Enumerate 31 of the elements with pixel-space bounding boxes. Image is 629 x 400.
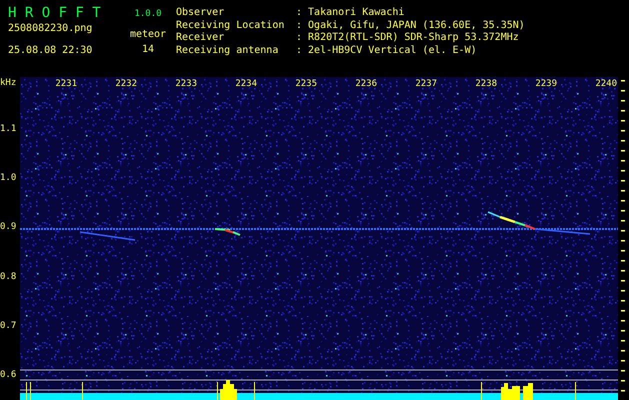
filename: 2508082230.png xyxy=(8,23,94,36)
info-label: Receiving Location xyxy=(176,20,286,32)
x-axis-label: 2231 xyxy=(55,78,77,90)
app-name: H R O F F T xyxy=(8,5,102,21)
info-value: : Ogaki, Gifu, JAPAN (136.60E, 35.35N) xyxy=(296,20,525,32)
x-axis-label: 2233 xyxy=(175,78,197,90)
version-label: 1.0.0 xyxy=(134,8,162,20)
info-value: : Takanori Kawachi xyxy=(296,7,404,20)
x-axis-label: 2236 xyxy=(355,78,377,90)
info-value: : R820T2(RTL-SDR) SDR-Sharp 53.372MHz xyxy=(296,32,519,44)
meteor-label: meteor xyxy=(130,28,166,41)
y-axis-label: 1.1 xyxy=(0,122,16,136)
info-label: Observer xyxy=(176,7,226,20)
info-label: Receiving antenna xyxy=(176,44,280,57)
datetime: 25.08.08 22:30 xyxy=(8,44,94,57)
x-axis-label: 2237 xyxy=(415,78,437,90)
y-axis-label: 0.8 xyxy=(0,270,16,284)
meteor-count: 14 xyxy=(142,44,154,56)
info-value: : 2el-HB9CV Vertical (el. E-W) xyxy=(296,44,477,57)
x-axis-label: 2234 xyxy=(235,78,257,90)
x-axis-label: 2240 xyxy=(595,78,617,90)
y-axis-label: 0.6 xyxy=(0,369,16,382)
y-axis-label: 0.9 xyxy=(0,221,16,234)
y-axis-label: 0.7 xyxy=(0,320,16,332)
x-axis-label: 2235 xyxy=(295,78,317,90)
x-axis-label: 2238 xyxy=(475,78,497,90)
axis-unit: kHz xyxy=(0,77,18,90)
info-label: Receiver xyxy=(176,32,226,44)
x-axis-label: 2232 xyxy=(115,78,137,90)
y-axis-label: 1.0 xyxy=(0,172,16,185)
x-axis-label: 2239 xyxy=(535,78,557,90)
